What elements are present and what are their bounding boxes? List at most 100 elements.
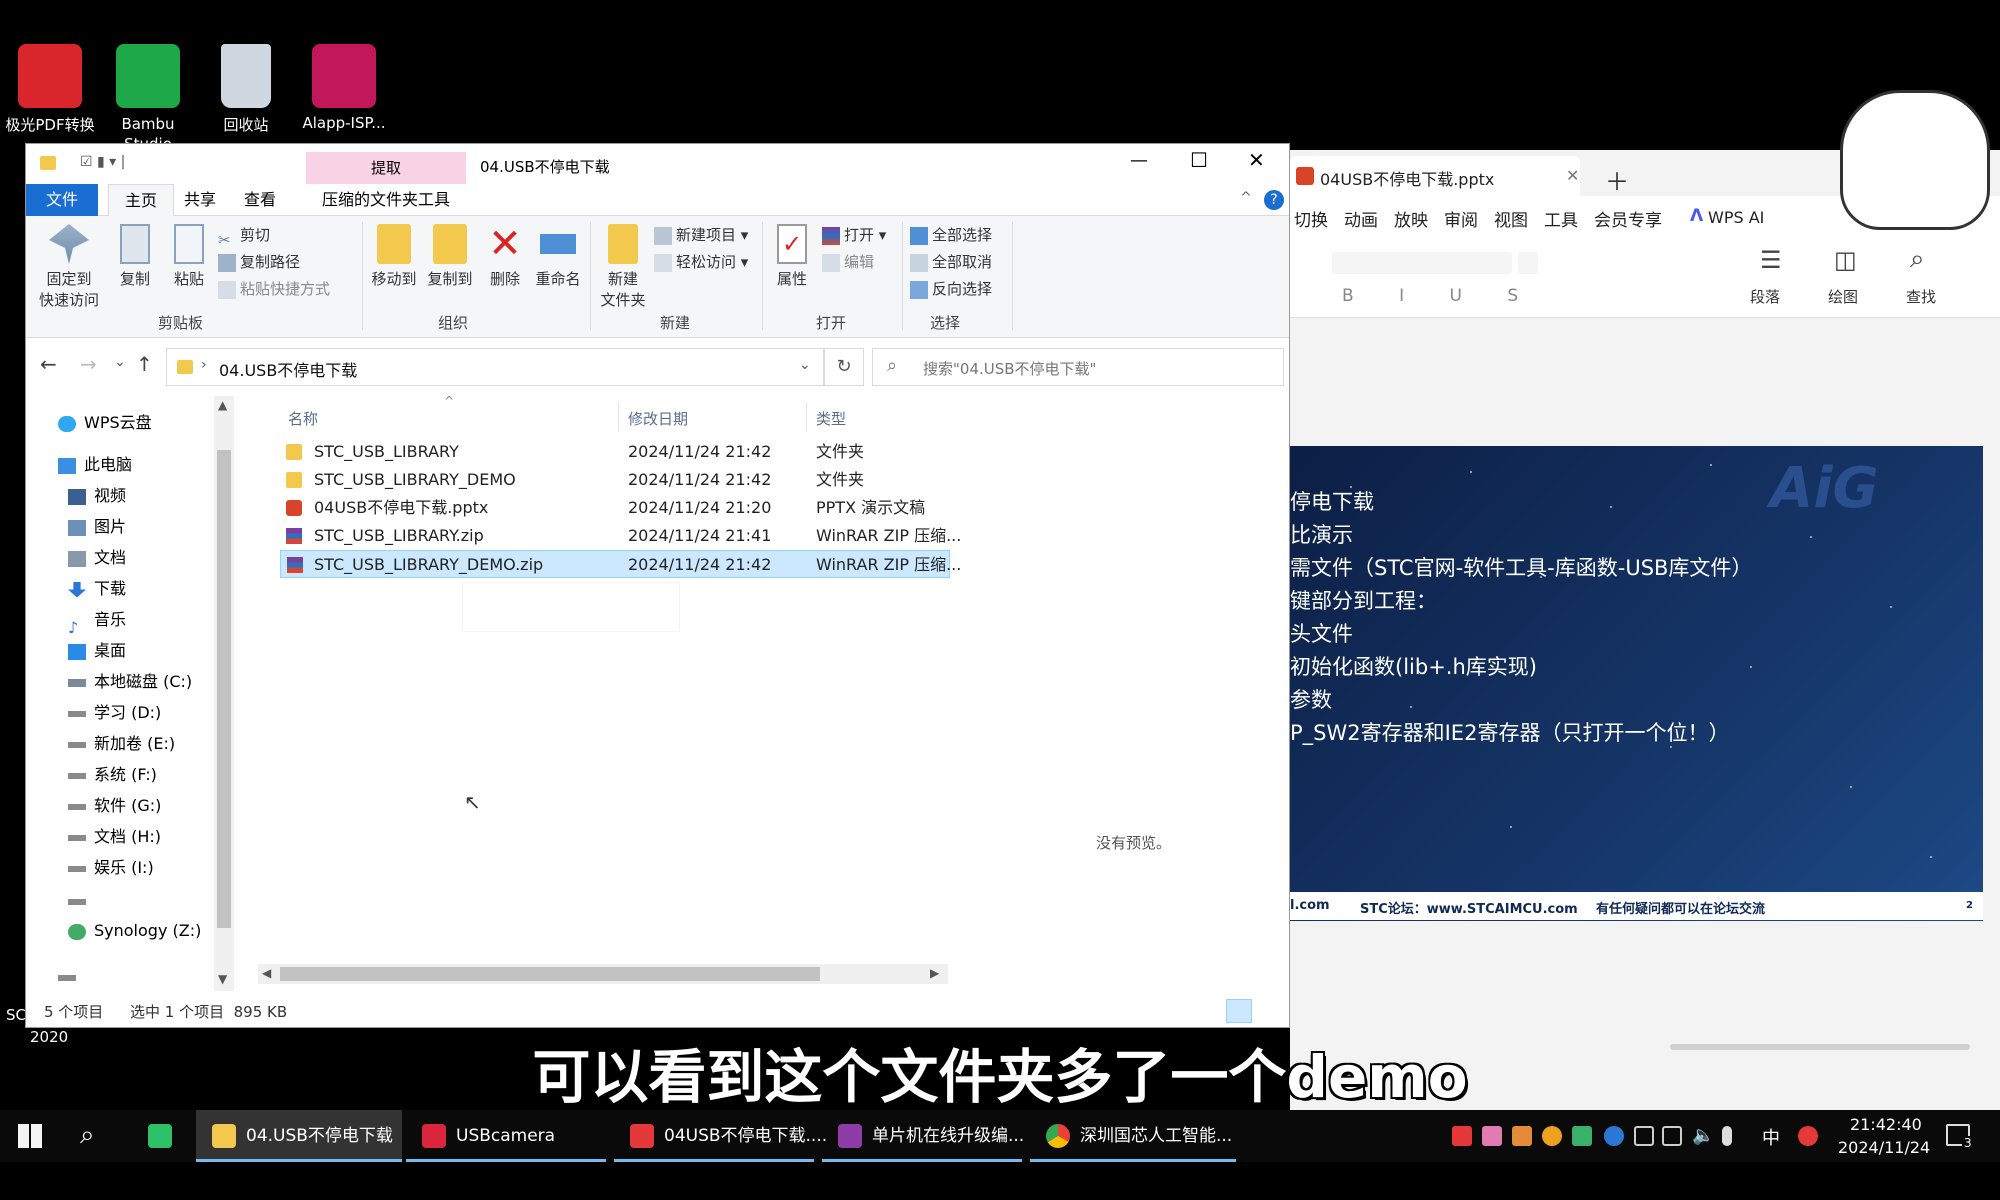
menu-view[interactable]: 视图 [1494, 206, 1528, 231]
horizontal-scrollbar[interactable]: ◀ ▶ [258, 964, 948, 984]
menu-vip[interactable]: 会员专享 [1594, 206, 1662, 231]
search-icon[interactable]: ⌕ [80, 1120, 95, 1151]
wps-tab[interactable]: 04USB不停电下载.pptx ✕ [1290, 156, 1580, 196]
nav-scroll-thumb[interactable] [217, 450, 231, 928]
menu-tools[interactable]: 工具 [1544, 206, 1578, 231]
nav-item-synology[interactable]: Synology (Z:) [68, 916, 201, 946]
column-header-date[interactable]: 修改日期 [628, 408, 688, 429]
ribbon-collapse-icon[interactable]: ^ [1240, 190, 1252, 206]
nav-item-videos[interactable]: 视频 [68, 481, 126, 511]
tab-file[interactable]: 文件 [26, 184, 98, 216]
pin-quick-access-button[interactable]: 固定到 快速访问 [34, 224, 104, 310]
scroll-right-icon[interactable]: ▶ [930, 966, 939, 980]
nav-item-network[interactable] [58, 962, 84, 992]
address-input[interactable]: › 04.USB不停电下载 ⌄ [166, 348, 824, 386]
tab-share[interactable]: 共享 [168, 184, 232, 216]
usb-icon[interactable] [1634, 1126, 1654, 1146]
cut-button[interactable]: ✂ 剪切 [218, 222, 270, 249]
ime-indicator[interactable]: 中 [1762, 1124, 1780, 1150]
new-folder-button[interactable]: 新建 文件夹 [592, 224, 654, 310]
open-button[interactable]: 打开 ▾ [822, 222, 886, 248]
easy-access-button[interactable]: 轻松访问 ▾ [654, 249, 748, 275]
taskbar-item-chrome[interactable]: 深圳国芯人工智能... [1030, 1110, 1236, 1162]
tab-compressed-tools[interactable]: 压缩的文件夹工具 [306, 184, 466, 216]
details-view-icon[interactable] [1226, 999, 1252, 1023]
menu-animation[interactable]: 动画 [1344, 206, 1378, 231]
nav-item-drive-e[interactable]: 新加卷 (E:) [68, 729, 175, 759]
clock-date[interactable]: 2024/11/24 [1838, 1138, 1930, 1157]
tab-view[interactable]: 查看 [228, 184, 292, 216]
bluetooth-icon[interactable] [1604, 1126, 1624, 1146]
back-arrow-icon[interactable]: ← [40, 352, 57, 376]
clock-time[interactable]: 21:42:40 [1850, 1115, 1922, 1134]
invert-selection-button[interactable]: 反向选择 [910, 276, 992, 302]
nav-item-music[interactable]: ♪ 音乐 [68, 605, 126, 637]
maximize-button[interactable]: ☐ [1190, 148, 1208, 172]
desktop-icon-pdf[interactable]: 极光PDF转换器 [0, 44, 100, 134]
network-icon[interactable] [1662, 1126, 1682, 1146]
draw-button[interactable]: 绘图 [1828, 286, 1858, 307]
taskbar-item-isp[interactable]: 单片机在线升级编... [822, 1110, 1024, 1162]
taskbar-item-explorer[interactable]: 04.USB不停电下载 [196, 1110, 402, 1162]
select-none-button[interactable]: 全部取消 [910, 249, 992, 275]
search-input[interactable]: ⌕ 搜索"04.USB不停电下载" [872, 348, 1284, 386]
taskbar-item-usbcamera[interactable]: USBcamera [406, 1110, 606, 1162]
nav-item-desktop[interactable]: 桌面 [68, 636, 126, 666]
tray-search-icon[interactable] [1542, 1126, 1562, 1146]
nav-item-documents[interactable]: 文档 [68, 543, 126, 573]
search-icon[interactable]: ⌕ [1910, 244, 1925, 275]
scroll-left-icon[interactable]: ◀ [262, 966, 271, 980]
file-row[interactable]: STC_USB_LIBRARY_DEMO 2024/11/24 21:42 文件… [280, 466, 950, 494]
tab-home[interactable]: 主页 [108, 184, 175, 216]
rename-button[interactable]: 重命名 [530, 224, 586, 289]
scroll-up-icon[interactable]: ▲ [218, 398, 227, 412]
nav-item-drive-c[interactable]: 本地磁盘 (C:) [68, 667, 192, 697]
taskbar-item-wps[interactable]: 04USB不停电下载.... [614, 1110, 827, 1162]
file-row-selected[interactable]: STC_USB_LIBRARY_DEMO.zip 2024/11/24 21:4… [280, 550, 961, 578]
minimize-button[interactable]: — [1130, 150, 1148, 171]
file-row[interactable]: STC_USB_LIBRARY.zip 2024/11/24 21:41 Win… [280, 522, 961, 550]
menu-wps-ai[interactable]: WPS AI [1708, 208, 1764, 227]
paragraph-icon[interactable]: ☰ [1760, 246, 1782, 274]
edit-button[interactable]: 编辑 [822, 249, 874, 275]
nav-item-wps-cloud[interactable]: WPS云盘 [58, 408, 152, 438]
help-icon[interactable]: ? [1264, 190, 1284, 210]
paste-button[interactable]: 粘贴 [164, 224, 214, 289]
close-button[interactable]: ✕ [1248, 148, 1265, 172]
draw-icon[interactable]: ◫ [1834, 246, 1857, 274]
nav-item-drive-d[interactable]: 学习 (D:) [68, 698, 161, 728]
nav-item-drive-i[interactable]: 娱乐 (I:) [68, 853, 154, 883]
column-header-type[interactable]: 类型 [816, 408, 846, 429]
microphone-icon[interactable] [1722, 1126, 1732, 1146]
nav-item-this-pc[interactable]: 此电脑 [58, 450, 132, 480]
column-header-name[interactable]: 名称 [288, 408, 318, 429]
properties-button[interactable]: ✓ 属性 [766, 224, 818, 289]
copy-button[interactable]: 复制 [110, 224, 160, 289]
select-all-button[interactable]: 全部选择 [910, 222, 992, 248]
delete-button[interactable]: ✕ 删除 [482, 224, 528, 289]
large-icons-view-icon[interactable] [1258, 999, 1282, 1023]
nav-item-downloads[interactable]: 下载 [68, 574, 126, 604]
desktop-icon-aiapp[interactable]: Alapp-ISP... [294, 44, 394, 132]
address-dropdown-icon[interactable]: ⌄ [799, 357, 811, 373]
horizontal-scroll-thumb[interactable] [280, 967, 820, 981]
tray-app-icon[interactable] [1482, 1126, 1502, 1146]
nav-scrollbar[interactable]: ▲ ▼ [214, 396, 234, 991]
tray-app-icon[interactable] [1798, 1126, 1818, 1146]
wps-tab-close-icon[interactable]: ✕ [1566, 166, 1579, 185]
desktop-icon-bambu[interactable]: Bambu Studio [98, 44, 198, 154]
move-to-button[interactable]: 移动到 [366, 224, 422, 289]
wps-new-tab-icon[interactable]: ＋ [1605, 162, 1629, 197]
copy-path-button[interactable]: 复制路径 [218, 249, 300, 275]
context-tab-extract[interactable]: 提取 [306, 152, 466, 184]
refresh-button[interactable]: ↻ [824, 348, 864, 386]
font-size-input[interactable] [1518, 252, 1538, 274]
file-row[interactable]: STC_USB_LIBRARY 2024/11/24 21:42 文件夹 [280, 438, 950, 466]
nav-item-unnamed-drive[interactable] [68, 886, 94, 916]
wechat-icon[interactable] [148, 1124, 172, 1148]
find-button[interactable]: 查找 [1906, 286, 1936, 307]
nav-item-pictures[interactable]: 图片 [68, 512, 126, 542]
nav-item-drive-g[interactable]: 软件 (G:) [68, 791, 161, 821]
menu-transition[interactable]: 切换 [1294, 206, 1328, 231]
copy-to-button[interactable]: 复制到 [422, 224, 478, 289]
